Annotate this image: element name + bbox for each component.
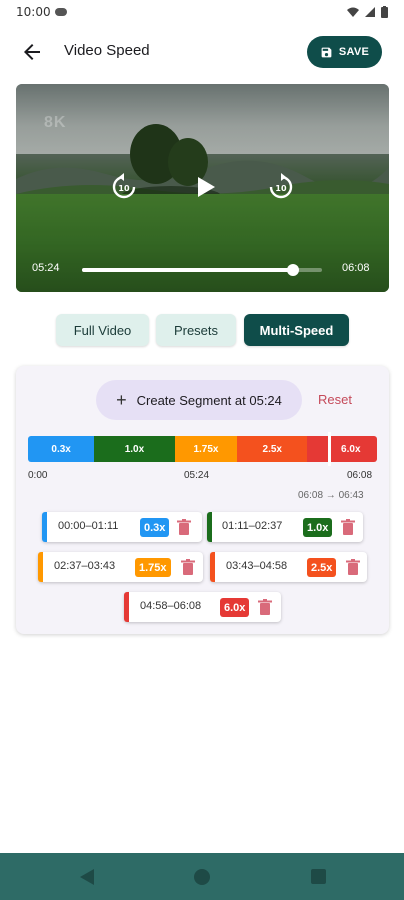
play-button[interactable]	[190, 172, 220, 202]
timeline-start-label: 0:00	[28, 470, 48, 481]
timeline-playhead	[328, 432, 331, 466]
rewind-10-button[interactable]: 10	[109, 172, 139, 202]
timeline-segment[interactable]: 2.5x	[237, 436, 308, 462]
segment-color-bar	[124, 592, 129, 622]
cloud-icon	[54, 8, 67, 16]
save-label: SAVE	[338, 46, 370, 58]
forward-10-button[interactable]: 10	[266, 172, 296, 202]
segment-speed-badge: 0.3x	[140, 518, 170, 537]
delete-icon[interactable]	[341, 519, 355, 535]
status-time: 10:00	[16, 5, 51, 19]
speed-timeline[interactable]: 0.3x 1.0x 1.75x 2.5x 6.0x	[28, 436, 377, 462]
forward-10-icon: 10	[269, 173, 293, 199]
segment-range: 03:43–04:58	[226, 560, 288, 572]
create-segment-label: Create Segment at 05:24	[136, 392, 282, 408]
delete-icon[interactable]	[181, 559, 195, 575]
timeline-segment[interactable]: 1.75x	[174, 436, 238, 462]
segment-range: 04:58–06:08	[140, 600, 202, 612]
segment-chip[interactable]: 03:43–04:58 2.5x	[210, 552, 367, 582]
delete-icon[interactable]	[346, 559, 360, 575]
delete-icon[interactable]	[177, 519, 191, 535]
status-bar: 10:00	[0, 0, 404, 24]
timeline-segment[interactable]: 1.0x	[94, 436, 175, 462]
segment-range: 00:00–01:11	[58, 520, 119, 532]
create-segment-button[interactable]: + Create Segment at 05:24	[96, 380, 302, 420]
timeline-segment[interactable]: 6.0x	[324, 436, 377, 462]
seek-bar[interactable]	[82, 264, 322, 276]
timeline-segment[interactable]	[307, 436, 325, 462]
seek-progress	[82, 268, 294, 272]
app-bar: Video Speed SAVE	[0, 30, 404, 74]
save-button[interactable]: SAVE	[307, 36, 382, 68]
tab-full-video[interactable]: Full Video	[56, 314, 149, 346]
segment-range: 02:37–03:43	[54, 560, 116, 572]
timeline-end-label: 06:08	[347, 470, 373, 481]
segment-speed-badge: 1.0x	[303, 518, 333, 537]
segment-chip[interactable]: 02:37–03:43 1.75x	[38, 552, 203, 582]
svg-text:10: 10	[275, 184, 287, 193]
arrow-back-icon	[24, 44, 40, 60]
tab-presets[interactable]: Presets	[156, 314, 236, 346]
segment-range: 01:11–02:37	[222, 520, 283, 532]
segment-speed-badge: 1.75x	[135, 558, 171, 577]
svg-text:10: 10	[118, 184, 130, 193]
save-icon	[321, 47, 332, 57]
segment-color-bar	[207, 512, 212, 542]
nav-recents-icon[interactable]	[311, 869, 326, 884]
video-player[interactable]: 8K 10 10 05:24 06:08	[16, 84, 389, 292]
segment-color-bar	[42, 512, 47, 542]
tab-multi-speed[interactable]: Multi-Speed	[244, 314, 349, 346]
video-watermark: 8K	[44, 114, 67, 131]
timeline-current-label: 05:24	[184, 470, 210, 481]
segment-color-bar	[210, 552, 215, 582]
delete-icon[interactable]	[258, 599, 272, 615]
signal-icon	[365, 7, 375, 17]
play-icon	[198, 177, 215, 197]
nav-back-icon[interactable]	[80, 869, 94, 885]
segment-chip[interactable]: 01:11–02:37 1.0x	[207, 512, 363, 542]
replay-10-icon: 10	[112, 173, 136, 199]
page-title: Video Speed	[64, 42, 150, 59]
total-time: 06:08	[342, 262, 370, 274]
nav-home-icon[interactable]	[194, 869, 210, 885]
system-nav-bar	[0, 853, 404, 900]
battery-icon	[381, 6, 388, 18]
timeline-range-label: 06:08 → 06:43	[298, 490, 364, 501]
reset-button[interactable]: Reset	[318, 392, 352, 407]
status-icons	[347, 6, 388, 18]
back-button[interactable]	[20, 40, 44, 64]
timeline-segment[interactable]: 0.3x	[28, 436, 95, 462]
segment-speed-badge: 6.0x	[220, 598, 250, 617]
segment-color-bar	[38, 552, 43, 582]
segment-chip[interactable]: 00:00–01:11 0.3x	[42, 512, 202, 542]
segment-chip[interactable]: 04:58–06:08 6.0x	[124, 592, 281, 622]
add-icon: +	[116, 390, 127, 410]
multi-speed-panel: + Create Segment at 05:24 Reset 0.3x 1.0x…	[16, 366, 389, 634]
current-time: 05:24	[32, 262, 60, 274]
segment-speed-badge: 2.5x	[307, 558, 337, 577]
wifi-icon	[347, 7, 359, 17]
